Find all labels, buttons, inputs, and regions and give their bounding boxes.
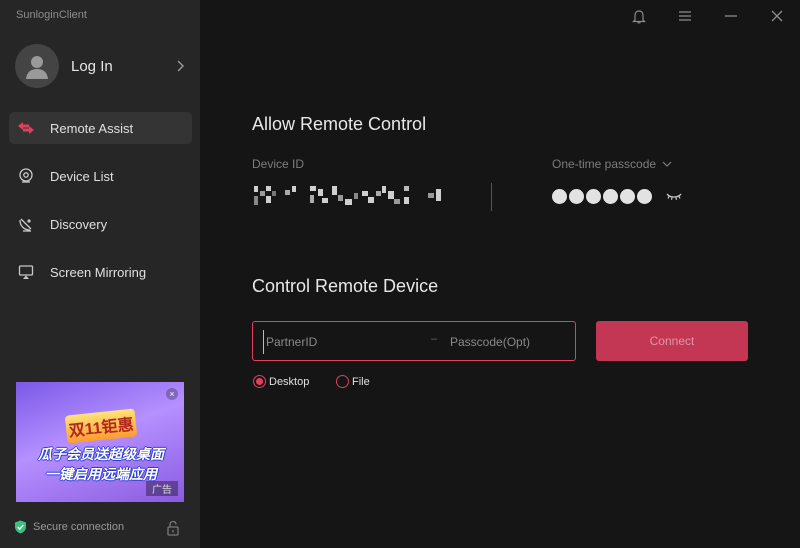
- sidebar-item-remote-assist[interactable]: Remote Assist: [9, 112, 192, 144]
- user-icon: [26, 56, 48, 79]
- radio-desktop[interactable]: Desktop: [253, 375, 309, 388]
- sidebar: SunloginClient Log In Remote Assist Devi…: [0, 0, 200, 548]
- passcode-dot: [620, 189, 635, 204]
- ad-headline: 双11钜惠: [64, 408, 138, 444]
- ad-tag: 广告: [146, 481, 178, 496]
- radio-file-indicator: [336, 375, 349, 388]
- chevron-right-icon: [177, 60, 184, 72]
- app-window: SunloginClient Log In Remote Assist Devi…: [0, 0, 800, 548]
- partner-input-group: –: [252, 321, 576, 361]
- screen-mirroring-icon: [17, 263, 35, 281]
- allow-remote-control-title: Allow Remote Control: [252, 114, 427, 134]
- ad-slogan: 瓜子会员送超级桌面 一键启用远端应用: [22, 444, 180, 486]
- radio-file[interactable]: File: [336, 375, 370, 388]
- sidebar-item-device-list[interactable]: Device List: [9, 160, 192, 192]
- notification-bell-icon[interactable]: [631, 8, 647, 24]
- discovery-icon: [17, 215, 35, 233]
- control-remote-device-title: Control Remote Device: [252, 276, 439, 296]
- close-icon[interactable]: [769, 8, 785, 24]
- shield-check-icon: [15, 520, 26, 534]
- device-id-label: Device ID: [252, 157, 305, 171]
- passcode-dot: [603, 189, 618, 204]
- ad-banner[interactable]: 双11钜惠 瓜子会员送超级桌面 一键启用远端应用 × 广告: [16, 382, 184, 502]
- ad-close-icon[interactable]: ×: [166, 388, 178, 400]
- radio-desktop-label: Desktop: [269, 375, 310, 388]
- passcode-dot: [586, 189, 601, 204]
- sidebar-item-label: Remote Assist: [50, 120, 134, 136]
- passcode-input[interactable]: [450, 330, 570, 354]
- device-id-value: [254, 186, 441, 205]
- connection-status: Secure connection: [14, 520, 124, 534]
- status-text: Secure connection: [33, 521, 125, 533]
- avatar: [15, 44, 59, 88]
- device-list-icon: [17, 167, 35, 185]
- divider: [491, 183, 492, 211]
- app-title: SunloginClient: [16, 9, 87, 21]
- sidebar-item-label: Discovery: [50, 216, 108, 232]
- radio-desktop-indicator: [253, 375, 266, 388]
- remote-assist-icon: [17, 119, 35, 137]
- radio-file-label: File: [352, 375, 370, 388]
- passcode-mask: [552, 189, 654, 204]
- menu-icon[interactable]: [677, 8, 693, 24]
- otp-dropdown[interactable]: One-time passcode: [552, 157, 672, 171]
- ad-slogan-line1: 瓜子会员送超级桌面: [38, 446, 164, 462]
- otp-label: One-time passcode: [552, 157, 657, 171]
- minimize-icon[interactable]: [723, 8, 739, 24]
- separator: –: [431, 333, 438, 345]
- sidebar-item-label: Screen Mirroring: [50, 264, 147, 280]
- passcode-dot: [569, 189, 584, 204]
- passcode-dot: [637, 189, 652, 204]
- passcode-dot: [552, 189, 567, 204]
- sidebar-item-discovery[interactable]: Discovery: [9, 208, 192, 240]
- login-button[interactable]: Log In: [15, 44, 193, 88]
- sidebar-item-label: Device List: [50, 168, 114, 184]
- connect-button[interactable]: Connect: [596, 321, 748, 361]
- chevron-down-icon: [662, 161, 672, 167]
- lock-icon[interactable]: [166, 520, 180, 536]
- login-label: Log In: [71, 57, 113, 75]
- eye-closed-icon[interactable]: [666, 190, 682, 202]
- sidebar-nav: Remote Assist Device List Discovery Scre…: [9, 112, 192, 304]
- sidebar-item-screen-mirroring[interactable]: Screen Mirroring: [9, 256, 192, 288]
- partner-id-input[interactable]: [263, 330, 423, 354]
